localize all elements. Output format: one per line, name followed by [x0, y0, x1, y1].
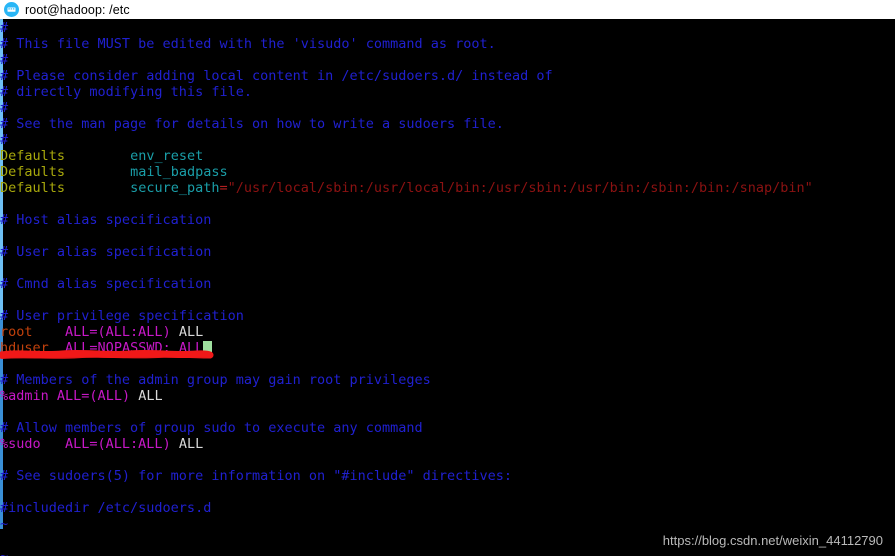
terminal-line: Defaults env_reset [0, 148, 895, 164]
terminal-text-segment: = [219, 180, 228, 196]
terminal-text-segment: mail_badpass [130, 164, 228, 180]
window-titlebar: root@hadoop: /etc [0, 0, 895, 19]
terminal-content[interactable]: # # This file MUST be edited with the 'vi… [0, 19, 895, 556]
watermark-text: https://blog.csdn.net/weixin_44112790 [662, 533, 883, 548]
terminal-app-icon [4, 2, 19, 17]
terminal-line: Defaults secure_path="/usr/local/sbin:/u… [0, 180, 895, 196]
terminal-line: #includedir /etc/sudoers.d [0, 500, 895, 516]
terminal-text-segment: # User privilege specification [0, 308, 244, 324]
terminal-text-segment: ~ [0, 548, 9, 556]
terminal-text-segment: # [0, 52, 9, 68]
terminal-text-segment: # [0, 100, 9, 116]
terminal-line: root ALL=(ALL:ALL) ALL [0, 324, 895, 340]
terminal-text-segment: env_reset [130, 148, 204, 164]
terminal-text-segment: ALL [130, 388, 163, 404]
terminal-text-segment: # [0, 20, 9, 36]
terminal-window: root@hadoop: /etc # # This file MUST be e… [0, 0, 895, 556]
terminal-line: hduser ALL=NOPASSWD: ALL [0, 340, 895, 356]
terminal-line: ~ [0, 548, 895, 556]
terminal-line: # Allow members of group sudo to execute… [0, 420, 895, 436]
terminal-line: # See the man page for details on how to… [0, 116, 895, 132]
terminal-text-segment: secure_path [130, 180, 220, 196]
terminal-line: # directly modifying this file. [0, 84, 895, 100]
terminal-line: # [0, 20, 895, 36]
terminal-text-segment: %sudo [0, 436, 41, 452]
terminal-line: # See sudoers(5) for more information on… [0, 468, 895, 484]
terminal-line: # [0, 52, 895, 68]
window-title: root@hadoop: /etc [25, 2, 130, 17]
terminal-text-segment: # See sudoers(5) for more information on… [0, 468, 513, 484]
terminal-text-segment: # Allow members of group sudo to execute… [0, 420, 423, 436]
terminal-text-segment: ALL=(ALL:ALL) [65, 324, 171, 340]
terminal-text-segment: # Cmnd alias specification [0, 276, 212, 292]
terminal-text-segment: Defaults [0, 148, 66, 164]
terminal-text-segment: # User alias specification [0, 244, 212, 260]
terminal-text-segment: # Members of the admin group may gain ro… [0, 372, 431, 388]
terminal-text-segment: Defaults [0, 164, 66, 180]
terminal-text-segment: #includedir /etc/sudoers.d [0, 500, 212, 516]
terminal-text-segment: ~ [0, 516, 9, 532]
terminal-text-segment: ALL=NOPASSWD: [65, 340, 171, 356]
terminal-text-segment: # Please consider adding local content i… [0, 68, 553, 84]
terminal-line: # This file MUST be edited with the 'vis… [0, 36, 895, 52]
terminal-text-segment: # Host alias specification [0, 212, 212, 228]
terminal-text-segment: Defaults [0, 180, 66, 196]
terminal-text-segment: # This file MUST be edited with the 'vis… [0, 36, 496, 52]
terminal-line: ~ [0, 516, 895, 532]
terminal-line: %sudo ALL=(ALL:ALL) ALL [0, 436, 895, 452]
terminal-text-segment: ALL [170, 324, 204, 340]
terminal-line: %admin ALL=(ALL) ALL [0, 388, 895, 404]
terminal-line: # Please consider adding local content i… [0, 68, 895, 84]
terminal-line: # User alias specification [0, 244, 895, 260]
terminal-line: # Cmnd alias specification [0, 276, 895, 292]
terminal-line: # [0, 100, 895, 116]
terminal-text-segment: "/usr/local/sbin:/usr/local/bin:/usr/sbi… [227, 180, 813, 196]
text-cursor [203, 341, 213, 354]
terminal-line: Defaults mail_badpass [0, 164, 895, 180]
terminal-line: # Host alias specification [0, 212, 895, 228]
terminal-text-segment: hduser [0, 340, 49, 356]
terminal-text-segment: # [0, 132, 9, 148]
terminal-text-segment: ALL [170, 436, 204, 452]
terminal-line: # User privilege specification [0, 308, 895, 324]
terminal-line: # Members of the admin group may gain ro… [0, 372, 895, 388]
terminal-text-segment: %admin [0, 388, 49, 404]
terminal-text-segment: ALL [170, 340, 204, 356]
terminal-text-segment: # See the man page for details on how to… [0, 116, 504, 132]
terminal-text-segment: root [0, 324, 33, 340]
terminal-text-segment: # directly modifying this file. [0, 84, 252, 100]
terminal-text-segment: ALL=(ALL) [56, 388, 131, 404]
terminal-line: # [0, 132, 895, 148]
terminal-text-segment: ALL=(ALL:ALL) [65, 436, 171, 452]
sudoers-file-text: # # This file MUST be edited with the 'vi… [0, 19, 895, 556]
